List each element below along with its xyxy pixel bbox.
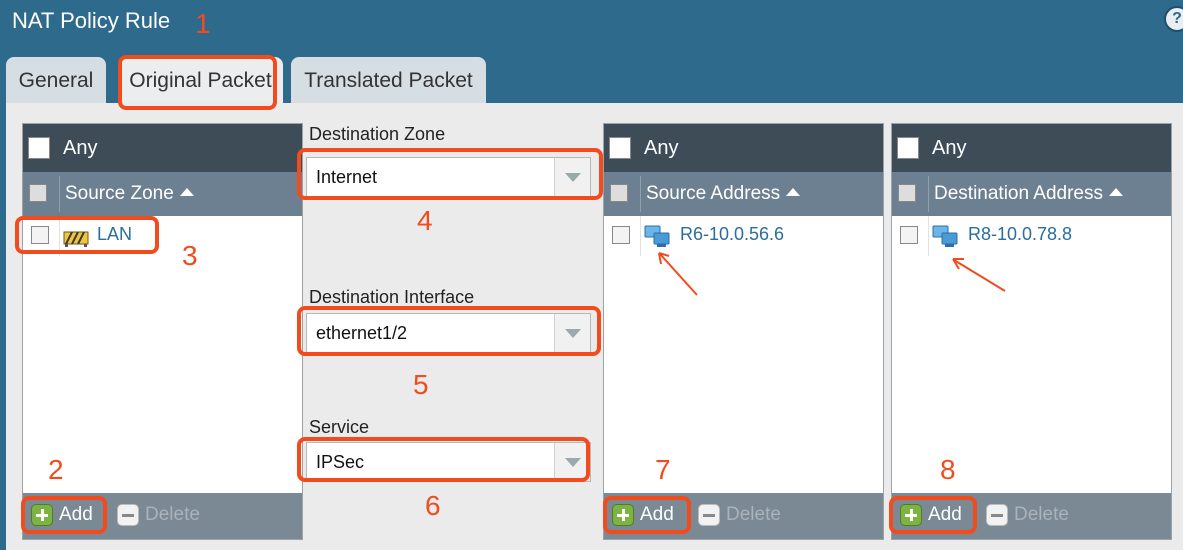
annotation-number-4: 4 — [417, 205, 433, 236]
delete-label: Delete — [145, 504, 200, 525]
source-address-select-all-checkbox[interactable] — [610, 184, 628, 202]
source-zone-select-all-checkbox[interactable] — [29, 184, 47, 202]
source-zone-add-button[interactable]: Add — [31, 502, 93, 528]
sort-ascending-icon[interactable] — [786, 188, 801, 196]
chevron-down-icon[interactable] — [554, 158, 590, 196]
row-separator — [59, 216, 60, 256]
add-label: Add — [59, 504, 93, 525]
service-label: Service — [309, 417, 370, 437]
zone-icon — [63, 231, 89, 247]
annotation-number-7: 7 — [655, 454, 671, 485]
destination-address-delete-button: Delete — [986, 502, 1069, 528]
delete-label: Delete — [726, 504, 781, 525]
service-select[interactable]: IPSec — [306, 442, 591, 482]
header-separator — [59, 176, 60, 212]
chevron-down-icon[interactable] — [554, 443, 590, 481]
destination-address-any-checkbox[interactable] — [897, 137, 919, 159]
destination-address-row-checkbox[interactable] — [900, 226, 918, 244]
plus-icon — [31, 504, 53, 526]
header-separator — [640, 176, 641, 212]
source-address-add-button[interactable]: Add — [612, 502, 674, 528]
add-label: Add — [640, 504, 674, 525]
source-address-row-checkbox[interactable] — [612, 226, 630, 244]
plus-icon — [900, 504, 922, 526]
source-zone-row-checkbox[interactable] — [31, 226, 49, 244]
annotation-number-8: 8 — [940, 454, 956, 485]
annotation-number-3: 3 — [182, 240, 198, 271]
source-address-any-label: Any — [644, 137, 679, 159]
destination-zone-label: Destination Zone — [309, 124, 446, 144]
destination-address-any-row: Any — [892, 124, 1171, 172]
tab-translated-packet[interactable]: Translated Packet — [291, 57, 486, 105]
annotation-number-2: 2 — [48, 454, 64, 485]
source-zone-delete-button: Delete — [117, 502, 200, 528]
destination-address-grid: Any Destination Address R8-10.0.78.8 Add… — [891, 123, 1172, 540]
sort-ascending-icon[interactable] — [1109, 188, 1123, 196]
source-address-any-checkbox[interactable] — [609, 137, 631, 159]
plus-icon — [612, 504, 634, 526]
destination-interface-value: ethernet1/2 — [316, 323, 408, 343]
delete-label: Delete — [1014, 504, 1069, 525]
source-address-column-header[interactable]: Source Address — [604, 172, 883, 216]
destination-address-toolbar: Add Delete — [892, 493, 1171, 539]
source-zone-any-checkbox[interactable] — [28, 137, 50, 159]
annotation-number-1: 1 — [195, 8, 211, 39]
source-zone-row[interactable]: LAN — [23, 216, 302, 256]
header-separator — [928, 176, 929, 212]
destination-interface-label: Destination Interface — [309, 287, 475, 307]
tab-original-packet[interactable]: Original Packet — [118, 57, 283, 105]
source-zone-header-text: Source Zone — [65, 183, 174, 204]
row-separator — [640, 216, 641, 256]
tab-general[interactable]: General — [6, 57, 106, 105]
address-object-icon — [932, 225, 958, 247]
minus-icon — [986, 504, 1008, 526]
source-address-row[interactable]: R6-10.0.56.6 — [604, 216, 883, 256]
destination-interface-select[interactable]: ethernet1/2 — [306, 313, 591, 353]
source-address-any-row: Any — [604, 124, 883, 172]
address-object-icon — [644, 225, 670, 247]
sort-ascending-icon[interactable] — [179, 188, 194, 196]
destination-address-link[interactable]: R8-10.0.78.8 — [968, 224, 1072, 245]
source-zone-grid: Any Source Zone LAN Add Delete — [22, 123, 303, 540]
minus-icon — [698, 504, 720, 526]
source-address-header-label: Source Address — [646, 172, 801, 216]
destination-zone-value: Internet — [316, 167, 378, 187]
destination-address-row[interactable]: R8-10.0.78.8 — [892, 216, 1171, 256]
destination-address-select-all-checkbox[interactable] — [898, 184, 916, 202]
source-zone-any-label: Any — [63, 137, 98, 159]
source-address-link[interactable]: R6-10.0.56.6 — [680, 224, 784, 245]
destination-address-column-header[interactable]: Destination Address — [892, 172, 1171, 216]
destination-address-header-label: Destination Address — [934, 172, 1123, 216]
service-value: IPSec — [316, 452, 365, 472]
source-zone-link[interactable]: LAN — [97, 224, 132, 245]
help-icon[interactable]: ? — [1164, 6, 1183, 32]
annotation-number-6: 6 — [425, 490, 441, 521]
source-zone-column-header[interactable]: Source Zone — [23, 172, 302, 216]
dialog-title: NAT Policy Rule — [12, 8, 171, 33]
source-zone-any-row: Any — [23, 124, 302, 172]
source-zone-toolbar: Add Delete — [23, 493, 302, 539]
destination-address-any-label: Any — [932, 137, 967, 159]
add-label: Add — [928, 504, 962, 525]
chevron-down-icon[interactable] — [554, 314, 590, 352]
row-separator — [928, 216, 929, 256]
minus-icon — [117, 504, 139, 526]
annotation-number-5: 5 — [413, 369, 429, 400]
source-zone-header-label: Source Zone — [65, 172, 194, 216]
source-address-toolbar: Add Delete — [604, 493, 883, 539]
source-address-delete-button: Delete — [698, 502, 781, 528]
destination-address-add-button[interactable]: Add — [900, 502, 962, 528]
destination-zone-select[interactable]: Internet — [306, 157, 591, 197]
destination-address-header-text: Destination Address — [934, 183, 1103, 204]
source-address-grid: Any Source Address R6-10.0.56.6 Add Dele… — [603, 123, 884, 540]
source-address-header-text: Source Address — [646, 183, 781, 204]
